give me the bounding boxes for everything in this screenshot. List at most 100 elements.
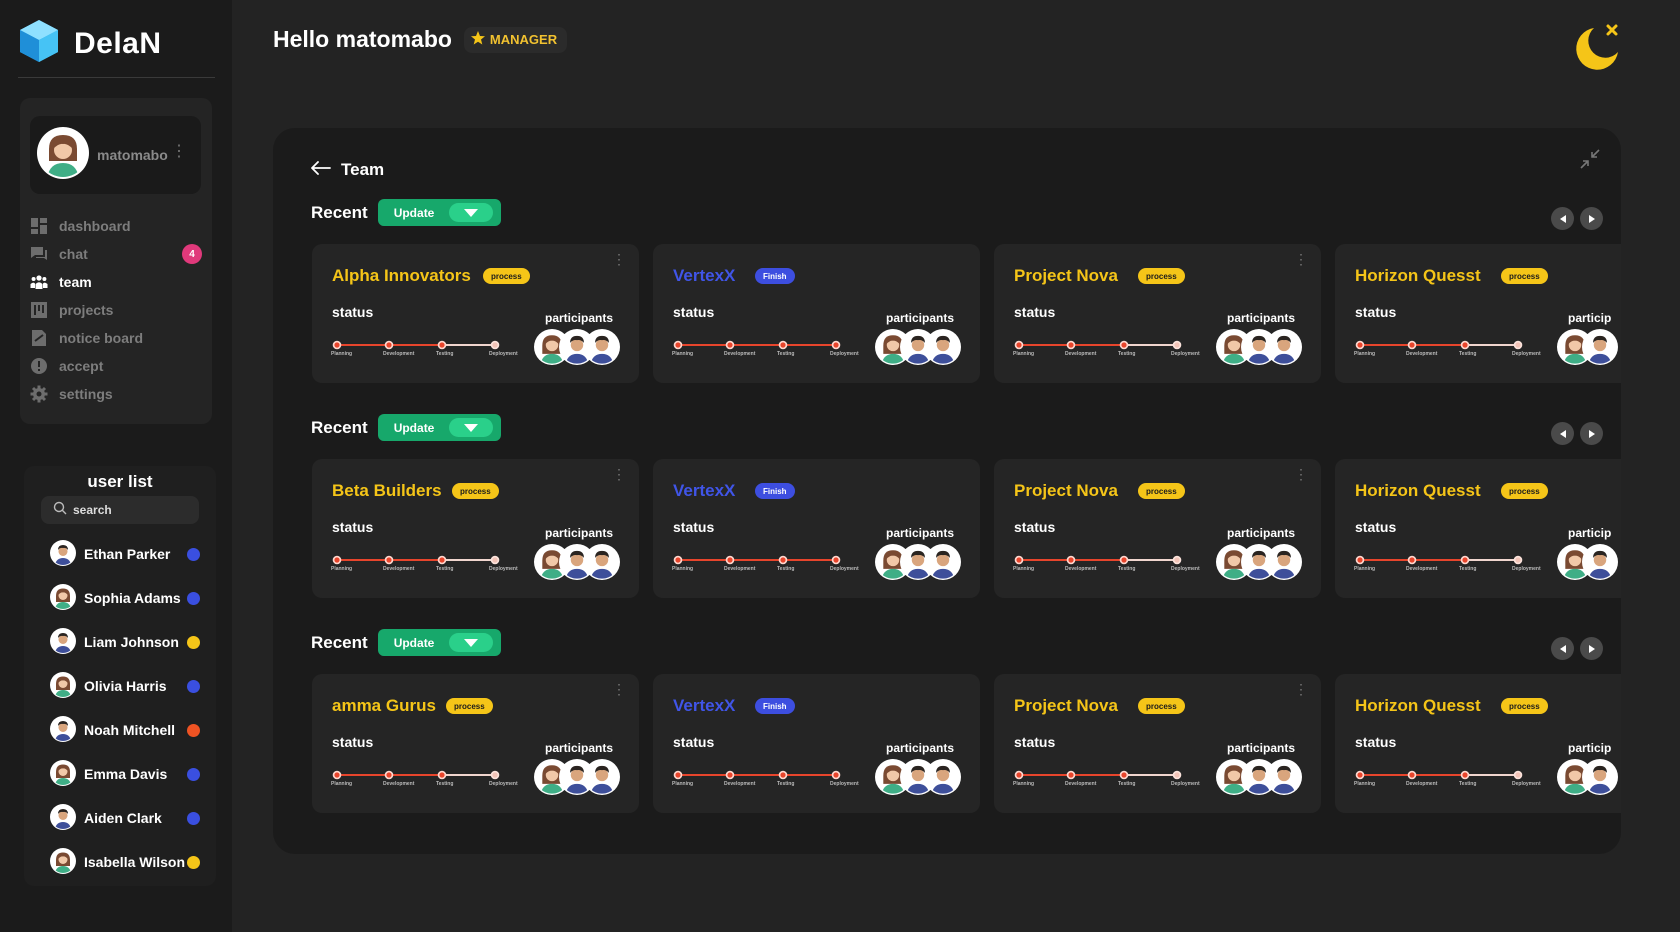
chevron-down-icon[interactable] xyxy=(448,418,493,437)
profile-card[interactable]: matomabo ⋮ xyxy=(30,116,201,194)
status-label: status xyxy=(332,304,374,320)
next-icon[interactable] xyxy=(1580,637,1603,660)
update-dropdown-button[interactable]: Update xyxy=(377,414,501,441)
status-label: status xyxy=(1014,519,1056,535)
previous-icon[interactable] xyxy=(1551,637,1574,660)
next-icon[interactable] xyxy=(1580,207,1603,230)
stage-label: Planning xyxy=(1013,566,1035,572)
team-panel: Team Recent Update Alpha Innovators process… xyxy=(273,128,1621,854)
project-card[interactable]: amma Gurus process ⋮ status participants Plan… xyxy=(312,674,639,813)
stage-label: Development xyxy=(724,781,756,787)
project-title[interactable]: Horizon Quesst xyxy=(1355,696,1481,716)
project-title[interactable]: Horizon Quesst xyxy=(1355,481,1481,501)
chat-icon xyxy=(30,245,48,263)
nav-item-projects[interactable]: projects xyxy=(30,296,202,324)
nav-item-accept[interactable]: accept xyxy=(30,352,202,380)
nav-item-label: settings xyxy=(59,386,113,402)
section-title: Recent xyxy=(311,417,368,437)
more-options-icon[interactable]: ⋮ xyxy=(1294,252,1308,266)
user-list-item[interactable]: Sophia Adams xyxy=(50,576,200,620)
more-options-icon[interactable]: ⋮ xyxy=(1294,467,1308,481)
project-card[interactable]: VertexX Finish status participants Planning D… xyxy=(653,244,980,383)
panel-title: Team xyxy=(341,160,385,179)
nav-item-notice-board[interactable]: notice board xyxy=(30,324,202,352)
status-label: status xyxy=(1355,519,1397,535)
sidebar: DelaN matomabo ⋮ dashboard chat 4 team p… xyxy=(0,0,232,932)
stage-label: Testing xyxy=(1459,351,1477,357)
project-title[interactable]: Alpha Innovators xyxy=(332,266,471,286)
project-title[interactable]: VertexX xyxy=(673,266,735,286)
search-input[interactable] xyxy=(73,503,193,517)
project-card[interactable]: Horizon Quesst process status particip Plann… xyxy=(1335,244,1621,383)
stage-label: Planning xyxy=(331,781,353,787)
project-title[interactable]: Project Nova xyxy=(1014,266,1118,286)
nav-item-settings[interactable]: settings xyxy=(30,380,202,408)
participants-label: participants xyxy=(1227,526,1296,540)
project-card[interactable]: VertexX Finish status participants Planning D… xyxy=(653,674,980,813)
nav-item-chat[interactable]: chat 4 xyxy=(30,240,202,268)
project-title[interactable]: Project Nova xyxy=(1014,481,1118,501)
previous-icon[interactable] xyxy=(1551,422,1574,445)
project-card[interactable]: Project Nova process ⋮ status participants Pl… xyxy=(994,459,1321,598)
stage-label: Testing xyxy=(436,781,454,787)
theme-toggle-moon-icon[interactable] xyxy=(1572,22,1624,79)
user-list-panel: user list Ethan Parker Sophia Adams Liam J… xyxy=(24,466,216,886)
update-dropdown-button[interactable]: Update xyxy=(377,629,501,656)
user-list-item[interactable]: Noah Mitchell xyxy=(50,708,200,752)
back-button[interactable]: Team xyxy=(311,160,384,180)
search-box[interactable] xyxy=(41,496,199,524)
project-title[interactable]: Project Nova xyxy=(1014,696,1118,716)
stage-label: Testing xyxy=(1459,566,1477,572)
project-card[interactable]: Horizon Quesst process status particip Plann… xyxy=(1335,459,1621,598)
project-card[interactable]: Alpha Innovators process ⋮ status participan… xyxy=(312,244,639,383)
more-options-icon[interactable]: ⋮ xyxy=(612,467,626,481)
stage-label: Testing xyxy=(436,351,454,357)
nav-item-dashboard[interactable]: dashboard xyxy=(30,212,202,240)
more-options-icon[interactable]: ⋮ xyxy=(171,144,187,160)
brand[interactable]: DelaN xyxy=(18,18,162,69)
chevron-down-icon[interactable] xyxy=(448,203,493,222)
participants-label: particip xyxy=(1568,311,1612,325)
greeting-text: Hello matomabo xyxy=(273,26,452,52)
user-list-item[interactable]: Aiden Clark xyxy=(50,796,200,840)
project-card[interactable]: Project Nova process ⋮ status participants Pl… xyxy=(994,244,1321,383)
stage-label: Planning xyxy=(672,351,694,357)
project-title[interactable]: Horizon Quesst xyxy=(1355,266,1481,286)
greeting: Hello matomabo MANAGER xyxy=(273,26,568,53)
chevron-down-icon[interactable] xyxy=(448,633,493,652)
avatar xyxy=(1266,759,1302,800)
user-list-item[interactable]: Olivia Harris xyxy=(50,664,200,708)
stage-label: Planning xyxy=(672,566,694,572)
project-card[interactable]: Project Nova process ⋮ status participants Pl… xyxy=(994,674,1321,813)
project-card[interactable]: Beta Builders process ⋮ status participants P… xyxy=(312,459,639,598)
user-list-item[interactable]: Emma Davis xyxy=(50,752,200,796)
project-title[interactable]: VertexX xyxy=(673,696,735,716)
user-list-item[interactable]: Ethan Parker xyxy=(50,532,200,576)
status-dot xyxy=(187,592,200,605)
next-icon[interactable] xyxy=(1580,422,1603,445)
role-label: MANAGER xyxy=(489,32,558,47)
stage-label: Testing xyxy=(777,566,795,572)
stage-label: Deployment xyxy=(1171,351,1200,357)
user-list-item[interactable]: Isabella Wilson xyxy=(50,840,200,884)
carousel-controls xyxy=(1551,207,1603,230)
update-dropdown-button[interactable]: Update xyxy=(377,199,501,226)
avatar xyxy=(584,544,620,585)
previous-icon[interactable] xyxy=(1551,207,1574,230)
nav-item-team[interactable]: team xyxy=(30,268,202,296)
minimize-icon[interactable] xyxy=(1579,148,1601,175)
status-label: status xyxy=(332,519,374,535)
project-title[interactable]: VertexX xyxy=(673,481,735,501)
avatar xyxy=(1582,329,1618,370)
project-title[interactable]: amma Gurus xyxy=(332,696,436,716)
project-title[interactable]: Beta Builders xyxy=(332,481,442,501)
more-options-icon[interactable]: ⋮ xyxy=(612,252,626,266)
more-options-icon[interactable]: ⋮ xyxy=(612,682,626,696)
status-label: status xyxy=(1355,734,1397,750)
user-list-item[interactable]: Liam Johnson xyxy=(50,620,200,664)
project-card[interactable]: VertexX Finish status participants Planning D… xyxy=(653,459,980,598)
more-options-icon[interactable]: ⋮ xyxy=(1294,682,1308,696)
nav-item-label: chat xyxy=(59,246,88,262)
status-label: status xyxy=(1014,734,1056,750)
project-card[interactable]: Horizon Quesst process status particip Plann… xyxy=(1335,674,1621,813)
